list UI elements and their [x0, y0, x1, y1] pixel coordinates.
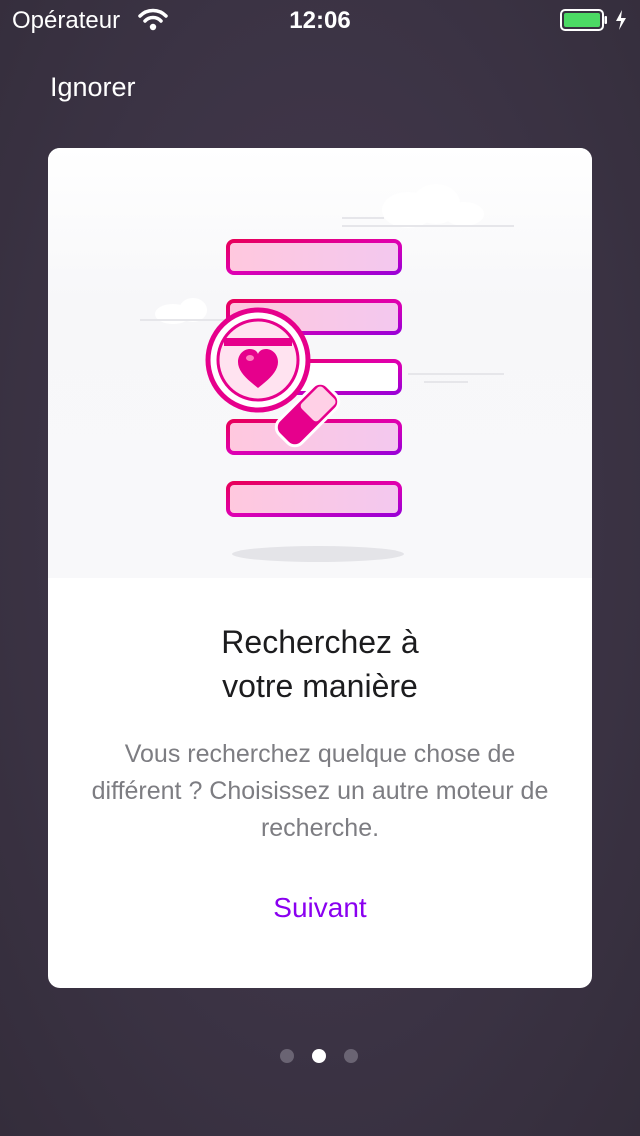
charging-bolt-icon [616, 10, 626, 30]
status-bar: Opérateur 12:06 [0, 0, 640, 40]
status-time: 12:06 [289, 7, 351, 34]
onboarding-card: Recherchez à votre manière Vous recherch… [48, 148, 592, 988]
page-dot-1[interactable] [280, 1049, 294, 1063]
next-button[interactable]: Suivant [220, 884, 420, 932]
page-indicator[interactable] [276, 1049, 366, 1065]
card-title: Recherchez à votre manière [68, 620, 572, 708]
skip-button[interactable]: Ignorer [50, 72, 136, 103]
magnifying-glass-heart-list-illustration [140, 184, 514, 562]
page-dot-3[interactable] [344, 1049, 358, 1063]
card-description: Vous recherchez quelque chose de différe… [91, 740, 549, 842]
page-dot-2-active[interactable] [312, 1049, 326, 1063]
card-title-line1: Recherchez à [221, 624, 419, 660]
card-title-line2: votre manière [222, 668, 418, 704]
battery-icon [560, 9, 607, 31]
